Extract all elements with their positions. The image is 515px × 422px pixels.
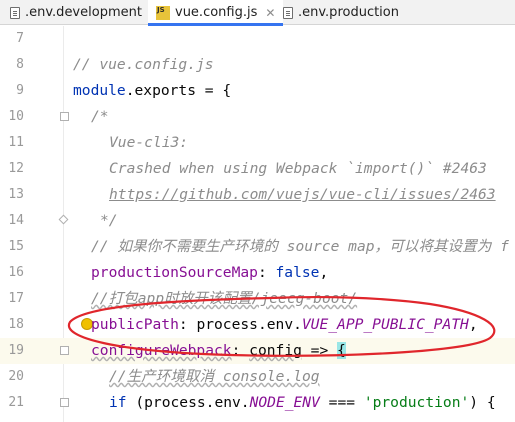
keyword: if [109, 394, 127, 411]
property: configureWebpack [91, 342, 232, 359]
param: config [249, 342, 302, 359]
code-end: ) { [469, 394, 496, 411]
brace-match: { [337, 342, 346, 359]
tab-label: vue.config.js [175, 5, 258, 20]
line-number: 11 [8, 135, 24, 150]
close-icon[interactable]: ✕ [265, 6, 275, 20]
js-file-icon: JS [156, 5, 170, 20]
code-line: 15 // 如果你不需要生产环境的 source map，可以将其设置为 f [0, 234, 515, 260]
fold-marker-icon[interactable] [60, 398, 69, 407]
code-line: 16 productionSourceMap: false, [0, 260, 515, 286]
code-line: 8 // vue.config.js [0, 52, 515, 78]
code-line: 11 Vue-cli3: [0, 130, 515, 156]
code-line: 18 publicPath: process.env.VUE_APP_PUBLI… [0, 312, 515, 338]
tab-env-development[interactable]: .env.development [10, 0, 142, 25]
line-number: 14 [8, 213, 24, 228]
separator: : [178, 316, 197, 333]
code-text: /* [91, 108, 109, 125]
line-number: 13 [8, 187, 24, 202]
code-link[interactable]: https://github.com/vuejs/vue-cli/issues/… [109, 182, 496, 208]
code-line: 20 //生产环境取消 console.log [0, 364, 515, 390]
code-text: Vue-cli3: [109, 134, 189, 151]
property: productionSourceMap [91, 264, 258, 281]
line-number: 17 [8, 291, 24, 306]
line-number: 7 [16, 31, 24, 46]
code-editor[interactable]: 7 8 // vue.config.js 9 module.exports = … [0, 26, 515, 422]
code-text: //生产环境取消 console.log [109, 368, 320, 385]
operator: === [319, 394, 364, 411]
code-line: 21 if (process.env.NODE_ENV === 'product… [0, 390, 515, 416]
code-line: 14 */ [0, 208, 515, 234]
fold-end-icon[interactable] [58, 214, 69, 225]
code-text: configureWebpack: config => { [91, 338, 346, 364]
code-text: // 如果你不需要生产环境的 source map，可以将其设置为 f [91, 238, 509, 255]
line-number: 19 [8, 343, 24, 358]
object-ref: process.env. [196, 316, 302, 333]
code-line: 12 Crashed when using Webpack `import()`… [0, 156, 515, 182]
editor-tab-bar: .env.development JS vue.config.js ✕ .env… [0, 0, 515, 26]
tab-label: .env.development [25, 5, 142, 20]
file-icon [283, 6, 293, 19]
code-end: , [319, 264, 329, 281]
boolean-value: false [275, 264, 320, 281]
keyword: module [73, 82, 126, 99]
line-number: 15 [8, 239, 24, 254]
arrow: => [301, 342, 338, 359]
line-number: 20 [8, 369, 24, 384]
line-number: 21 [8, 395, 24, 410]
line-number: 8 [16, 57, 24, 72]
constant: VUE_APP_PUBLIC_PATH [301, 316, 469, 333]
string-literal: 'production' [363, 394, 470, 411]
code-text: productionSourceMap: false, [91, 260, 328, 286]
code-line: 7 [0, 26, 515, 52]
fold-marker-icon[interactable] [60, 112, 69, 121]
code-text: Crashed when using Webpack `import()` #2… [109, 160, 487, 177]
constant: NODE_ENV [249, 394, 320, 411]
file-icon [10, 6, 20, 19]
tab-env-production[interactable]: .env.production [283, 0, 399, 25]
fold-marker-icon[interactable] [60, 346, 69, 355]
code-line: 17 //打包app时放开该配置/jeecg-boot/ [0, 286, 515, 312]
code-end: , [468, 316, 478, 333]
property: publicPath [91, 316, 179, 333]
line-number: 9 [16, 83, 24, 98]
code-text: */ [100, 212, 118, 229]
code-rest: .exports = { [125, 82, 232, 99]
line-number: 18 [8, 317, 24, 332]
tab-vue-config-js[interactable]: JS vue.config.js ✕ [148, 0, 284, 26]
code-line: 10 /* [0, 104, 515, 130]
line-number: 10 [8, 109, 24, 124]
code-pre: (process.env. [126, 394, 250, 411]
code-text: module.exports = { [73, 78, 231, 104]
code-line: 9 module.exports = { [0, 78, 515, 104]
separator: : [231, 342, 250, 359]
tab-label: .env.production [298, 5, 399, 20]
separator: : [257, 264, 276, 281]
line-number: 16 [8, 265, 24, 280]
code-line: 13 https://github.com/vuejs/vue-cli/issu… [0, 182, 515, 208]
code-text: if (process.env.NODE_ENV === 'production… [109, 390, 496, 416]
code-text: publicPath: process.env.VUE_APP_PUBLIC_P… [91, 312, 478, 338]
code-line-current: 19 configureWebpack: config => { [0, 338, 515, 364]
code-text: // vue.config.js [73, 56, 214, 73]
line-number: 12 [8, 161, 24, 176]
code-text: //打包app时放开该配置/jeecg-boot/ [91, 290, 358, 307]
